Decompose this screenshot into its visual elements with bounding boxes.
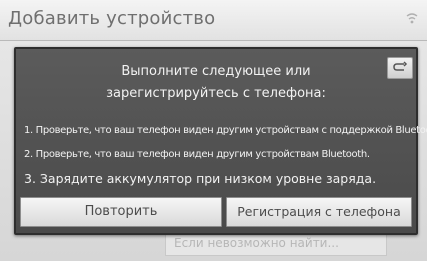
dialog-message: Выполните следующее или зарегистрируйтес… [56,61,376,105]
steps-list: 1. Проверьте, что ваш телефон виден друг… [24,119,427,191]
title-bar: Добавить устройство [0,0,427,41]
cannot-find-button[interactable]: Если невозможно найти... [165,232,387,256]
step-item-3: 3. Зарядите аккумулятор при низком уровн… [24,171,377,186]
signal-icon [406,13,418,24]
message-line-1: Выполните следующее или [121,64,311,79]
cannot-find-label: Если невозможно найти... [174,236,339,250]
page-title: Добавить устройство [8,8,216,29]
add-device-dialog: Выполните следующее или зарегистрируйтес… [14,47,427,235]
screen: Добавить устройство Если невозможно найт… [0,0,427,261]
step-item-1: 1. Проверьте, что ваш телефон виден друг… [24,125,427,136]
retry-button[interactable]: Повторить [20,197,222,227]
back-button[interactable] [387,57,413,79]
register-from-phone-button[interactable]: Регистрация с телефона [226,197,412,227]
back-arrow-icon [393,61,408,71]
step-item-2: 2. Проверьте, что ваш телефон виден друг… [24,149,370,160]
message-line-2: зарегистрируйтесь с телефона: [106,86,326,101]
